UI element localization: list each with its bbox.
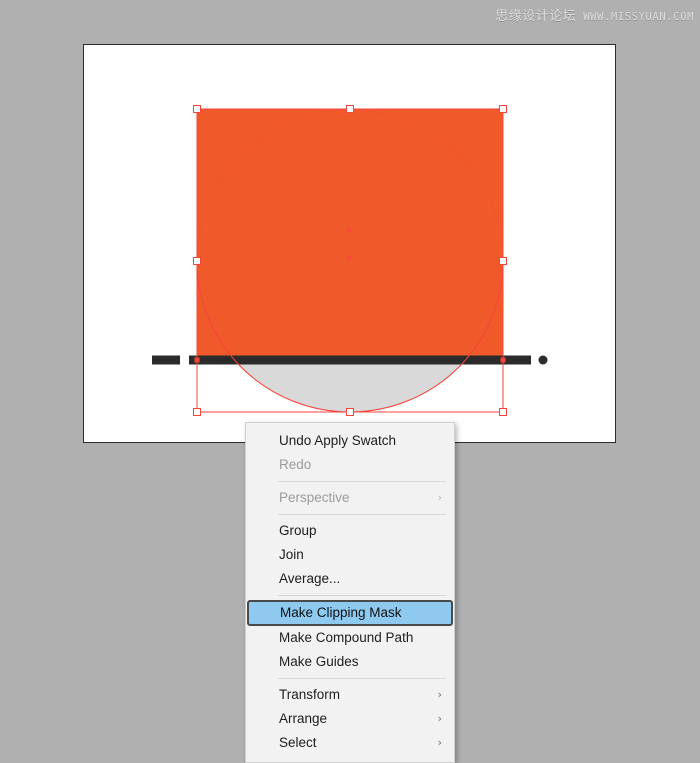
chevron-right-icon: › [437,491,442,504]
menu-item-make-compound-path[interactable]: Make Compound Path [246,626,454,650]
chevron-right-icon: › [437,688,442,701]
menu-item-label: Average... [279,571,341,586]
watermark: 思缘设计论坛 WWW.MISSYUAN.COM [495,5,694,24]
menu-item-label: Select [279,735,317,750]
menu-item-redo: Redo [246,453,454,477]
menu-item-group[interactable]: Group [246,519,454,543]
artboard-canvas[interactable] [83,44,616,443]
right-click-context-menu[interactable]: Undo Apply Swatch Redo Perspective › Group Jo… [245,422,455,763]
watermark-chinese-text: 思缘设计论坛 [495,9,577,24]
menu-item-label: Group [279,523,317,538]
menu-item-make-guides[interactable]: Make Guides [246,650,454,674]
menu-item-label: Make Clipping Mask [280,605,402,620]
chevron-right-icon: › [437,736,442,749]
menu-item-make-clipping-mask[interactable]: Make Clipping Mask [247,600,453,626]
menu-separator [278,481,446,482]
menu-item-label: Redo [279,457,312,472]
menu-item-label: Join [279,547,304,562]
menu-item-undo[interactable]: Undo Apply Swatch [246,429,454,453]
menu-item-label: Transform [279,687,341,702]
menu-separator [278,678,446,679]
menu-separator [278,595,446,596]
menu-item-perspective: Perspective › [246,486,454,510]
chevron-right-icon: › [437,712,442,725]
menu-item-select[interactable]: Select › [246,731,454,755]
menu-item-average[interactable]: Average... [246,567,454,591]
menu-item-join[interactable]: Join [246,543,454,567]
menu-item-label: Make Guides [279,654,359,669]
menu-item-label: Make Compound Path [279,630,414,645]
menu-item-arrange[interactable]: Arrange › [246,707,454,731]
menu-item-label: Perspective [279,490,350,505]
menu-separator [278,514,446,515]
menu-item-transform[interactable]: Transform › [246,683,454,707]
watermark-url-text: WWW.MISSYUAN.COM [583,11,694,23]
menu-item-label: Arrange [279,711,328,726]
menu-item-label: Undo Apply Swatch [279,433,397,448]
